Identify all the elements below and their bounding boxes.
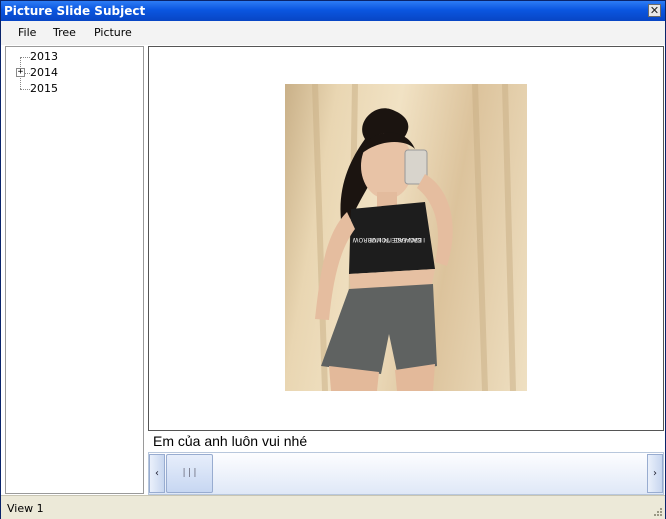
photo-illustration: BECAUSE I'M LIVE I CAN FACE TOMORROW	[312, 84, 516, 391]
menu-file[interactable]: File	[18, 26, 36, 39]
status-bar: View 1	[1, 495, 665, 519]
window-title: Picture Slide Subject	[4, 4, 146, 18]
menu-tree[interactable]: Tree	[53, 26, 76, 39]
close-button[interactable]: ✕	[648, 4, 661, 17]
shirt-print-line2: I CAN FACE TOMORROW	[352, 236, 425, 243]
slide-photo: BECAUSE I'M LIVE I CAN FACE TOMORROW	[285, 84, 527, 391]
picture-viewer[interactable]: BECAUSE I'M LIVE I CAN FACE TOMORROW	[148, 46, 664, 431]
expand-icon[interactable]: +	[16, 68, 25, 77]
menu-picture[interactable]: Picture	[94, 26, 132, 39]
scroll-left-button[interactable]: ‹	[149, 454, 165, 493]
status-text: View 1	[7, 502, 44, 515]
tree-node-2014[interactable]: 2014	[30, 66, 58, 79]
tree-connector	[20, 89, 30, 90]
resize-grip-icon[interactable]	[653, 507, 663, 517]
scroll-right-button[interactable]: ›	[647, 454, 663, 493]
tree-connector	[20, 57, 30, 58]
app-window: Picture Slide Subject ✕ File Tree Pictur…	[0, 0, 666, 519]
year-tree[interactable]: 2013 + 2014 2015	[5, 46, 144, 494]
menu-bar: File Tree Picture	[1, 21, 665, 45]
tree-node-2013[interactable]: 2013	[30, 50, 58, 63]
tree-node-2015[interactable]: 2015	[30, 82, 58, 95]
photo-caption: Em của anh luôn vui nhé	[153, 433, 308, 449]
title-bar[interactable]: Picture Slide Subject ✕	[1, 1, 665, 21]
scroll-thumb[interactable]: |||	[166, 454, 213, 493]
slide-scrollbar[interactable]: ‹ ||| ›	[148, 452, 664, 495]
